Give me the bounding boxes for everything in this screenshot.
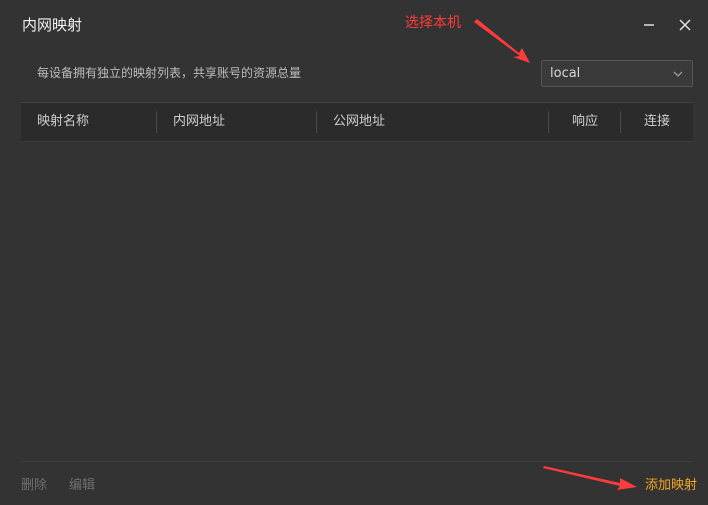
column-header-mapping-name[interactable]: 映射名称 — [37, 103, 89, 141]
column-separator — [156, 111, 157, 133]
column-header-response[interactable]: 响应 — [572, 103, 598, 141]
edit-button[interactable]: 编辑 — [69, 477, 95, 495]
dialog-title: 内网映射 — [22, 16, 83, 34]
device-select[interactable]: local — [541, 60, 693, 87]
device-select-value: local — [550, 66, 581, 81]
column-header-internal-address[interactable]: 内网地址 — [173, 103, 225, 141]
close-icon — [679, 19, 691, 31]
divider — [21, 461, 693, 462]
delete-button[interactable]: 删除 — [21, 477, 47, 495]
column-separator — [548, 111, 549, 133]
minimize-icon — [644, 24, 654, 26]
column-header-public-address[interactable]: 公网地址 — [333, 103, 385, 141]
description-text: 每设备拥有独立的映射列表，共享账号的资源总量 — [37, 66, 302, 80]
mapping-table-body — [21, 142, 693, 460]
column-header-connection[interactable]: 连接 — [644, 103, 670, 141]
table-header: 映射名称 内网地址 公网地址 响应 连接 — [21, 103, 693, 142]
column-separator — [620, 111, 621, 133]
column-separator — [316, 111, 317, 133]
chevron-down-icon — [673, 71, 683, 77]
add-mapping-button[interactable]: 添加映射 — [645, 477, 697, 495]
annotation-select-host: 选择本机 — [405, 15, 461, 31]
mapping-dialog: 内网映射 选择本机 每设备拥有独立的映射列表，共享账号的资源总量 local 映… — [0, 0, 708, 505]
close-button[interactable] — [674, 14, 696, 36]
minimize-button[interactable] — [638, 14, 660, 36]
